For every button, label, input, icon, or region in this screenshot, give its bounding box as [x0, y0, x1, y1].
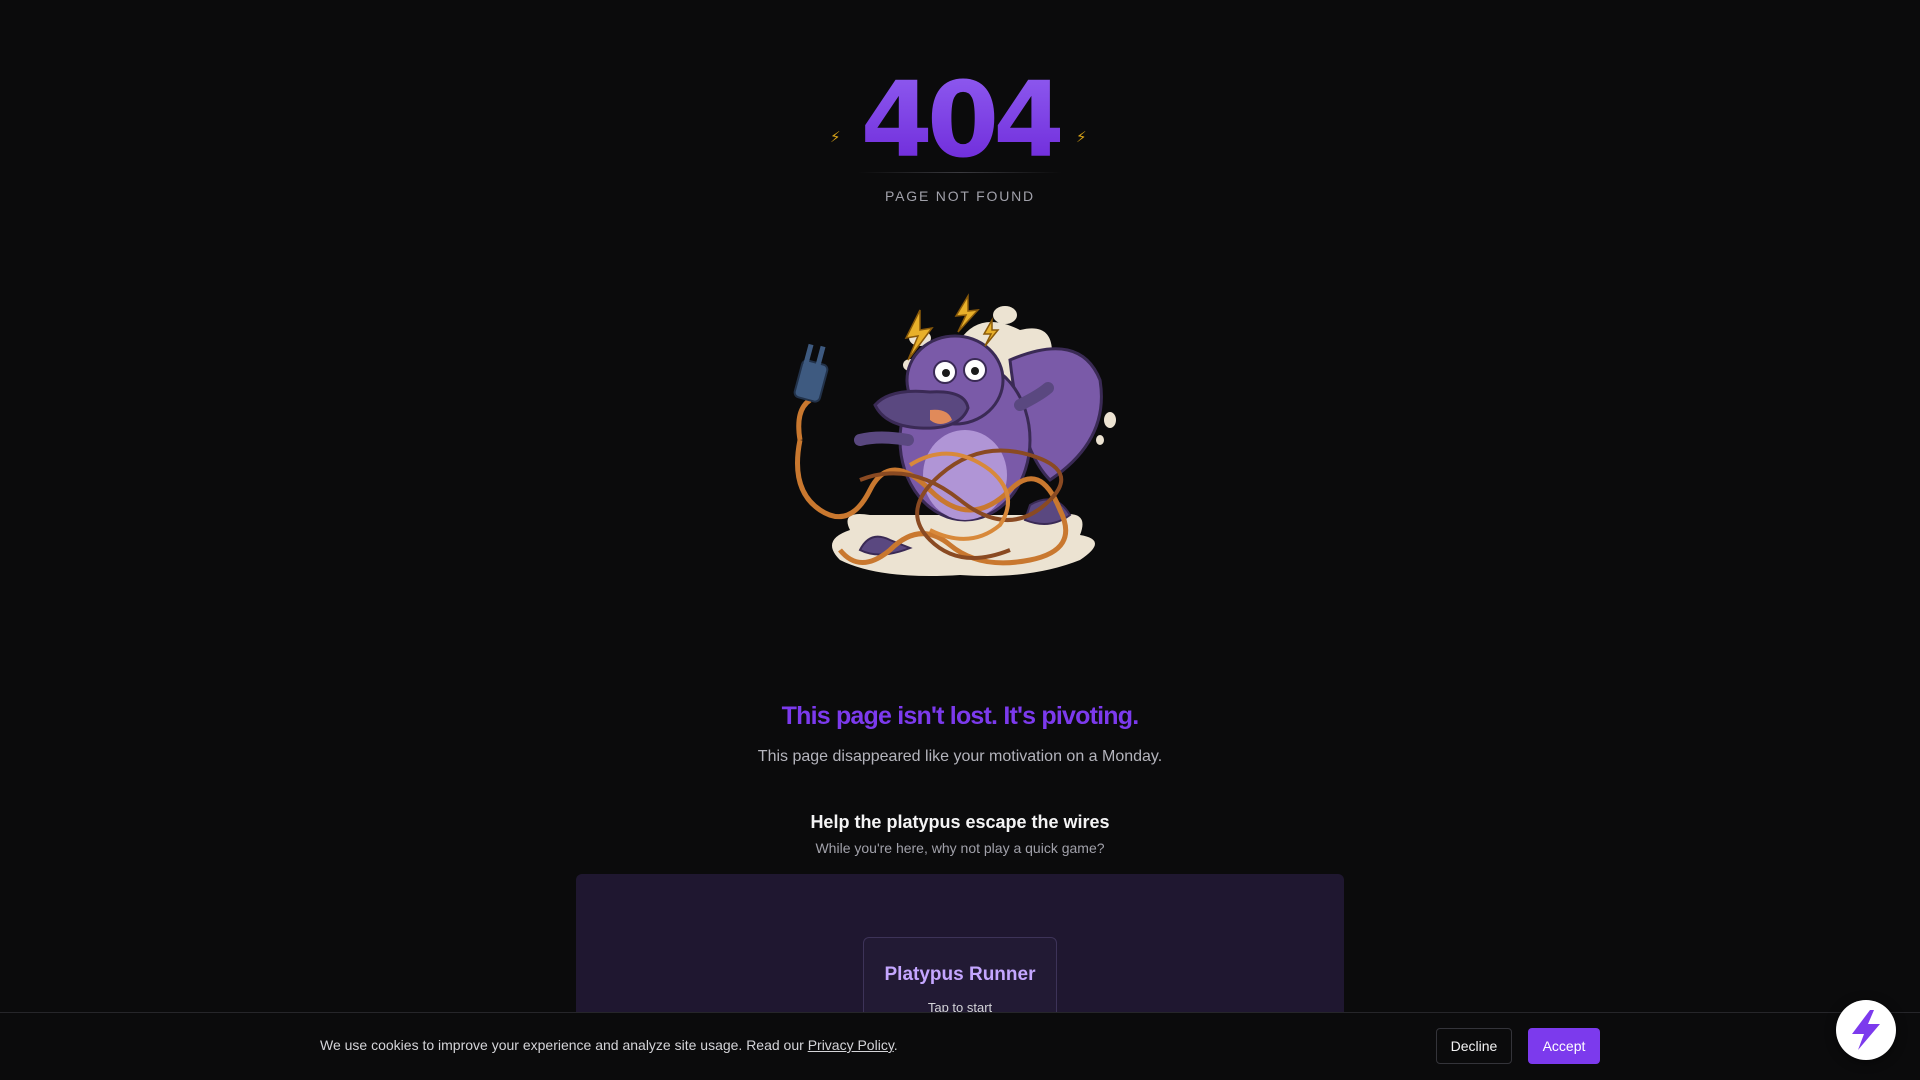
cookie-message-end: . [893, 1037, 898, 1053]
cookie-message-text: We use cookies to improve your experienc… [320, 1037, 808, 1053]
lightning-bolt-icon [1852, 1010, 1880, 1050]
error-header: 404 [0, 68, 1920, 172]
cookie-banner: We use cookies to improve your experienc… [0, 1012, 1920, 1080]
tagline: This page disappeared like your motivati… [757, 748, 1163, 765]
game-section-subtitle: While you're here, why not play a quick … [815, 840, 1105, 856]
decline-button[interactable]: Decline [1436, 1028, 1512, 1064]
floating-action-button[interactable] [1836, 1000, 1896, 1060]
error-code: 404 [860, 59, 1065, 181]
error-page: 404 ⚡ ⚡ PAGE NOT FOUND This page isn't l… [0, 0, 1920, 1080]
game-section-title: Help the platypus escape the wires [810, 812, 1110, 832]
headline: This page isn't lost. It's pivoting. [781, 702, 1140, 730]
header-divider [858, 172, 1062, 173]
platypus-illustration [780, 290, 1140, 590]
cookie-message: We use cookies to improve your experienc… [320, 1037, 898, 1053]
spark-right-icon: ⚡ [1076, 129, 1087, 146]
privacy-policy-link[interactable]: Privacy Policy [808, 1037, 894, 1053]
spark-left-icon: ⚡ [830, 129, 841, 146]
game-card-title: Platypus Runner [884, 964, 1036, 985]
error-label: PAGE NOT FOUND [885, 188, 1035, 204]
accept-button[interactable]: Accept [1528, 1028, 1600, 1064]
